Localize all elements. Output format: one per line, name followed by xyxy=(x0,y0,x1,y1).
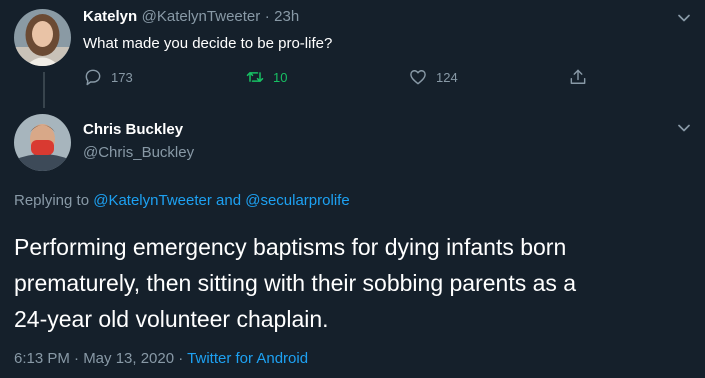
retweet-count: 10 xyxy=(273,69,288,85)
like-count: 124 xyxy=(436,69,458,85)
parent-tweet-text: What made you decide to be pro-life? xyxy=(83,35,333,52)
chevron-down-icon[interactable] xyxy=(674,118,694,138)
main-author-name[interactable]: Chris Buckley xyxy=(83,121,183,138)
parent-tweet-header: Katelyn @KatelynTweeter · 23h xyxy=(83,8,299,26)
share-icon xyxy=(570,69,586,84)
separator: · xyxy=(264,8,270,25)
main-tweet-text: Performing emergency baptisms for dying … xyxy=(14,229,576,337)
retweet-icon xyxy=(246,72,264,82)
replying-to: Replying to @KatelynTweeter and @secular… xyxy=(14,192,350,209)
like-button[interactable]: 124 xyxy=(408,66,458,88)
reply-button[interactable]: 173 xyxy=(83,66,133,88)
reply-count: 173 xyxy=(111,69,133,85)
replying-prefix: Replying to xyxy=(14,192,90,209)
tweet-text-line: Performing emergency baptisms for dying … xyxy=(14,234,567,260)
like-icon xyxy=(410,70,426,85)
tweet-text-line: 24-year old volunteer chaplain. xyxy=(14,306,329,332)
katelyn-avatar[interactable] xyxy=(14,9,71,66)
tweet-timestamp[interactable]: 6:13 PM · May 13, 2020 · xyxy=(14,350,183,367)
retweet-button[interactable]: 10 xyxy=(245,66,287,88)
share-button[interactable] xyxy=(568,66,596,88)
thread-line xyxy=(43,72,45,108)
tweet-text-line: prematurely, then sitting with their sob… xyxy=(14,270,577,296)
tweet-time[interactable]: 23h xyxy=(274,8,299,25)
replying-and[interactable]: and xyxy=(216,192,241,209)
replying-user-link[interactable]: @secularprolife xyxy=(245,192,349,209)
reply-icon xyxy=(85,69,101,86)
main-author-handle[interactable]: @Chris_Buckley xyxy=(83,144,194,161)
replying-user-link[interactable]: @KatelynTweeter xyxy=(93,192,212,209)
author-handle[interactable]: @KatelynTweeter xyxy=(142,8,261,25)
chris-avatar[interactable] xyxy=(14,114,71,171)
author-name[interactable]: Katelyn xyxy=(83,8,137,25)
chevron-down-icon[interactable] xyxy=(674,8,694,28)
tweet-meta: 6:13 PM · May 13, 2020 · Twitter for And… xyxy=(14,350,308,367)
tweet-source[interactable]: Twitter for Android xyxy=(187,350,308,367)
